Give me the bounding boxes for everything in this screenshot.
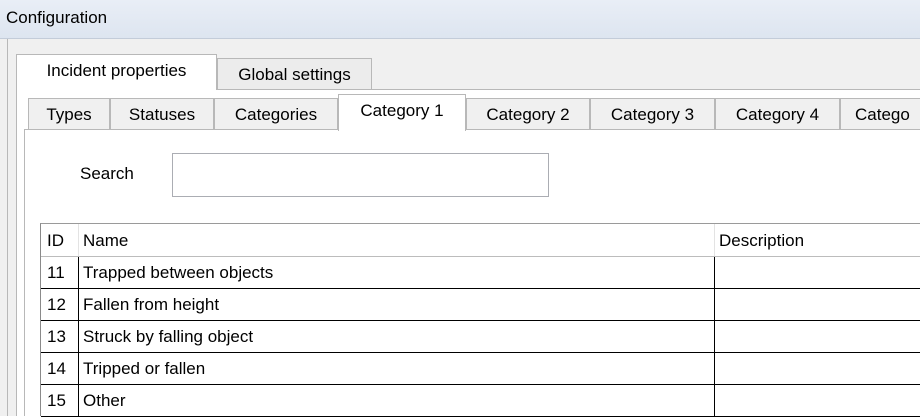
cell-name[interactable]: Struck by falling object: [79, 321, 715, 353]
search-label: Search: [80, 164, 134, 183]
table-row[interactable]: 12 Fallen from height: [41, 289, 920, 321]
cell-id[interactable]: 15: [41, 385, 79, 417]
tab-label: Category 2: [486, 105, 570, 124]
cell-name[interactable]: Other: [79, 385, 715, 417]
tab-label: Statuses: [128, 105, 196, 124]
tab-statuses[interactable]: Statuses: [110, 98, 214, 130]
grid-header-row: ID Name Description: [41, 224, 920, 257]
cell-description[interactable]: [715, 353, 920, 385]
cell-description[interactable]: [715, 321, 920, 353]
tab-label: Catego: [855, 105, 910, 124]
cell-description[interactable]: [715, 289, 920, 321]
tab-label: Category 3: [610, 105, 695, 124]
search-input[interactable]: [172, 153, 549, 197]
column-header-name[interactable]: Name: [79, 224, 715, 256]
table-row[interactable]: 14 Tripped or fallen: [41, 353, 920, 385]
tab-label: Category 4: [735, 105, 820, 124]
tab-types[interactable]: Types: [28, 98, 110, 130]
table-row[interactable]: 11 Trapped between objects: [41, 257, 920, 289]
tab-category-2[interactable]: Category 2: [466, 98, 590, 130]
column-header-description[interactable]: Description: [715, 224, 920, 256]
cell-id[interactable]: 13: [41, 321, 79, 353]
tab-categories[interactable]: Categories: [214, 98, 338, 130]
tab-category-4[interactable]: Category 4: [715, 98, 840, 130]
table-row[interactable]: 13 Struck by falling object: [41, 321, 920, 353]
tab-label: Incident properties: [46, 61, 187, 80]
cell-name[interactable]: Trapped between objects: [79, 257, 715, 289]
cell-name[interactable]: Tripped or fallen: [79, 353, 715, 385]
cell-id[interactable]: 11: [41, 257, 79, 289]
cell-name[interactable]: Fallen from height: [79, 289, 715, 321]
window-left-border: [0, 39, 8, 416]
column-header-id[interactable]: ID: [41, 224, 79, 256]
tab-category-3[interactable]: Category 3: [590, 98, 715, 130]
tab-label: Categories: [234, 105, 318, 124]
tab-label: Types: [46, 105, 92, 124]
cell-id[interactable]: 14: [41, 353, 79, 385]
tab-global-settings[interactable]: Global settings: [217, 58, 372, 90]
tab-incident-properties[interactable]: Incident properties: [16, 54, 217, 90]
table-row[interactable]: 15 Other: [41, 385, 920, 417]
cell-description[interactable]: [715, 385, 920, 417]
cell-description[interactable]: [715, 257, 920, 289]
cell-id[interactable]: 12: [41, 289, 79, 321]
tab-label: Global settings: [238, 65, 351, 84]
window-title: Configuration: [6, 8, 108, 27]
tab-label: Category 1: [360, 101, 444, 120]
tab-category-5-partial[interactable]: Catego: [840, 98, 920, 130]
category-grid[interactable]: ID Name Description 11 Trapped between o…: [40, 223, 920, 417]
tab-category-1[interactable]: Category 1: [338, 94, 466, 131]
title-bar: Configuration: [0, 0, 920, 39]
